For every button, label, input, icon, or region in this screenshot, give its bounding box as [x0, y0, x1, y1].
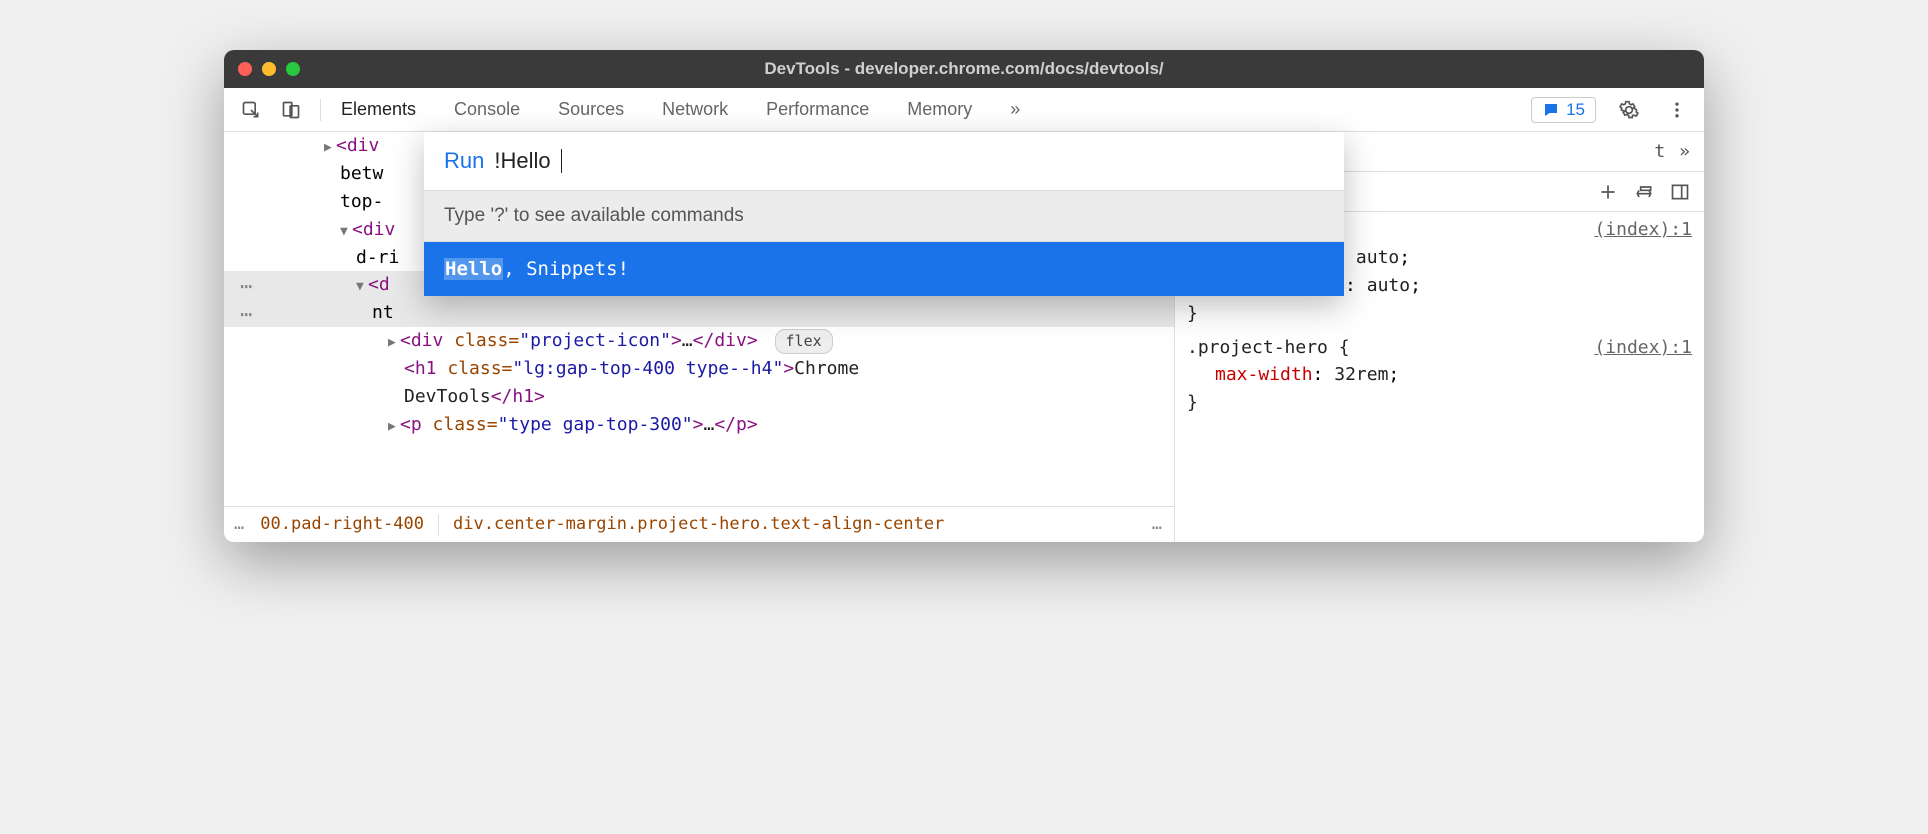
css-rule-header: .project-hero { (index):1	[1187, 334, 1692, 362]
command-menu-help: Type '?' to see available commands	[424, 190, 1344, 242]
window-close-button[interactable]	[238, 62, 252, 76]
tab-elements[interactable]: Elements	[335, 95, 422, 124]
breadcrumb-item[interactable]: div.center-margin.project-hero.text-alig…	[453, 511, 944, 537]
inspect-element-icon[interactable]	[236, 95, 266, 125]
collapse-arrow-icon[interactable]: ▼	[356, 277, 368, 297]
content-area: ▶<div betw top- ▼<div d-ri ▼<d nt ▶<div …	[224, 132, 1704, 542]
window-title: DevTools - developer.chrome.com/docs/dev…	[764, 59, 1163, 79]
panel-tabs: Elements Console Sources Network Perform…	[335, 95, 1521, 124]
toolbar-divider	[320, 99, 321, 121]
toggle-sidebar-icon[interactable]	[1670, 182, 1690, 202]
console-messages-badge[interactable]: 15	[1531, 97, 1596, 123]
css-rule-source[interactable]: (index):1	[1594, 334, 1692, 362]
result-rest: , Snippets!	[503, 258, 629, 280]
css-declaration[interactable]: max-width: 32rem;	[1187, 361, 1692, 389]
traffic-lights	[238, 62, 300, 76]
dom-breadcrumb: … 00.pad-right-400 div.center-margin.pro…	[224, 506, 1174, 542]
css-rule-source[interactable]: (index):1	[1594, 216, 1692, 244]
command-menu-input[interactable]: Run !Hello	[424, 132, 1344, 190]
tab-performance[interactable]: Performance	[760, 95, 875, 124]
settings-icon[interactable]	[1614, 95, 1644, 125]
result-match: Hello	[444, 258, 503, 280]
window-minimize-button[interactable]	[262, 62, 276, 76]
message-icon	[1542, 101, 1560, 119]
breadcrumb-divider	[438, 514, 439, 536]
main-toolbar: Elements Console Sources Network Perform…	[224, 88, 1704, 132]
tabs-overflow-icon[interactable]: »	[1004, 95, 1026, 124]
dom-node[interactable]: <h1 class="lg:gap-top-400 type--h4">Chro…	[224, 355, 1174, 383]
new-style-rule-icon[interactable]	[1598, 182, 1618, 202]
flex-badge[interactable]: flex	[775, 329, 833, 354]
toggle-classes-icon[interactable]	[1634, 182, 1654, 202]
tab-memory[interactable]: Memory	[901, 95, 978, 124]
device-toolbar-icon[interactable]	[276, 95, 306, 125]
command-menu: Run !Hello Type '?' to see available com…	[424, 132, 1344, 296]
titlebar: DevTools - developer.chrome.com/docs/dev…	[224, 50, 1704, 88]
dom-node[interactable]: ▶<div class="project-icon">…</div> flex	[224, 327, 1174, 355]
command-menu-result[interactable]: Hello, Snippets!	[424, 242, 1344, 296]
expand-arrow-icon[interactable]: ▶	[324, 138, 336, 158]
dom-node[interactable]: ▶<p class="type gap-top-300">…</p>	[224, 411, 1174, 439]
breadcrumb-item[interactable]: 00.pad-right-400	[260, 511, 424, 537]
command-prefix: Run	[444, 148, 484, 174]
css-rule-close: }	[1187, 389, 1692, 417]
toolbar-right: 15	[1531, 95, 1692, 125]
breadcrumb-overflow-left[interactable]: …	[234, 511, 246, 537]
more-menu-icon[interactable]	[1662, 95, 1692, 125]
collapse-arrow-icon[interactable]: ▼	[340, 222, 352, 242]
styles-tabs-overflow-icon[interactable]: »	[1679, 141, 1690, 162]
window-maximize-button[interactable]	[286, 62, 300, 76]
devtools-window: DevTools - developer.chrome.com/docs/dev…	[224, 50, 1704, 542]
expand-arrow-icon[interactable]: ▶	[388, 417, 400, 437]
breadcrumb-overflow-right[interactable]: …	[1152, 511, 1164, 537]
tab-console[interactable]: Console	[448, 95, 526, 124]
tab-network[interactable]: Network	[656, 95, 734, 124]
css-rule-close: }	[1187, 300, 1692, 328]
messages-count: 15	[1566, 100, 1585, 120]
text-cursor	[561, 149, 562, 173]
dom-text: DevTools</h1>	[224, 383, 1174, 411]
command-input-value: !Hello	[494, 148, 550, 174]
expand-arrow-icon[interactable]: ▶	[388, 333, 400, 353]
styles-tab-truncated[interactable]: t	[1654, 141, 1665, 162]
tab-sources[interactable]: Sources	[552, 95, 630, 124]
dom-text: nt	[224, 299, 1174, 327]
